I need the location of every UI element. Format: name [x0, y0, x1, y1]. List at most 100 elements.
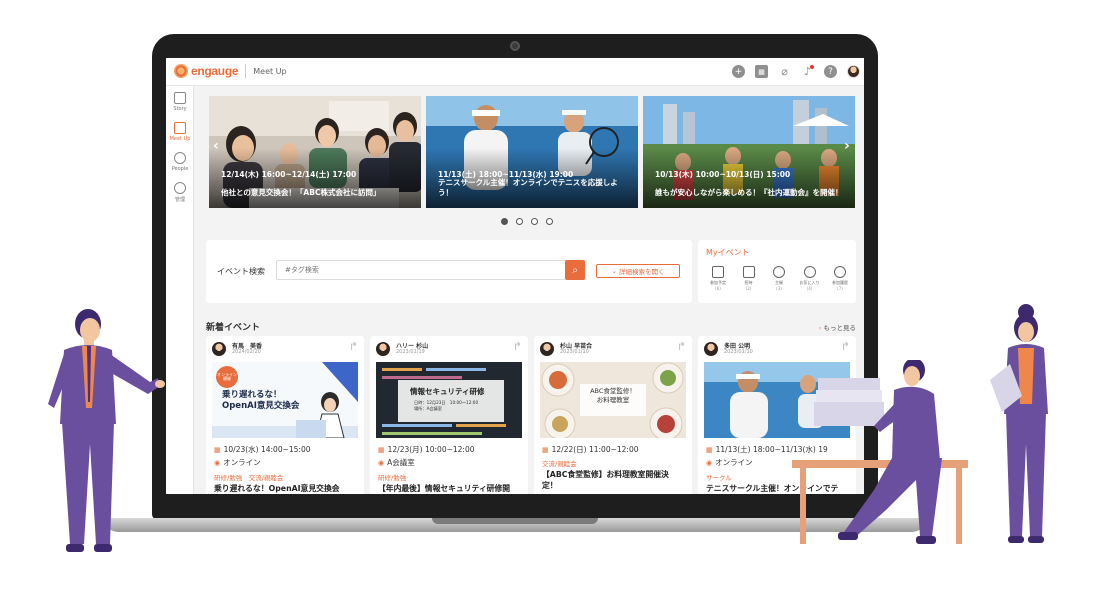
notification-dot	[810, 65, 814, 69]
chevron-right-icon: ›	[818, 324, 822, 332]
event-thumbnail: ABC食堂監修！ お料理教室	[540, 362, 686, 438]
share-icon[interactable]: ↱	[513, 340, 522, 353]
laptop-notch	[432, 518, 598, 524]
slide-title: 他社との意見交換会！「ABC株式会社に訪問」	[221, 187, 381, 197]
event-datetime: ▦ 10/23(水) 14:00~15:00	[214, 444, 311, 455]
my-events-title: Myイベント	[706, 248, 750, 257]
sidebar-item-admin[interactable]: 管理	[166, 182, 194, 203]
woman-with-folder-illustration	[990, 304, 1048, 543]
event-card[interactable]: 有馬 美香 2024/02/20 ↱ オンライン開催 乗り遅れるな！ OpenA…	[206, 336, 364, 494]
gear-icon	[174, 182, 186, 194]
advanced-search-button[interactable]: ⌄ 詳細検索を開く	[596, 264, 680, 278]
event-location: ◉ オンライン	[214, 457, 261, 468]
my-event-count: (7)	[837, 286, 843, 291]
sidebar-item-label: 管理	[174, 197, 185, 203]
carousel-slide[interactable]: 10/13(木) 10:00~10/13(日) 15:00 誰もが安心しながら楽…	[643, 96, 855, 208]
calendar-icon: ▦	[214, 446, 221, 454]
sidebar-item-meet-up[interactable]: Meet Up	[166, 122, 194, 142]
event-thumbnail: 情報セキュリティ研修 日時：12月23日 10:00〜12:00 場所：A会議室	[376, 362, 522, 438]
app-logo[interactable]: engauge Meet Up	[174, 64, 287, 78]
chevron-down-icon: ⌄	[611, 267, 617, 275]
author-avatar	[540, 342, 554, 356]
calendar-icon: ▦	[378, 446, 385, 454]
carousel-next-arrow[interactable]: ›	[844, 138, 850, 154]
event-location: ◉ オンライン	[706, 457, 753, 468]
search-button[interactable]: ⌕	[565, 260, 585, 280]
post-date: 2024/02/20	[232, 349, 261, 355]
my-event-history[interactable]: 参加履歴 (7)	[826, 266, 854, 291]
carousel-dot[interactable]	[501, 218, 508, 225]
event-datetime-text: 10/23(水) 14:00~15:00	[223, 445, 311, 454]
presenter-illustration	[48, 309, 165, 552]
event-title: 【ABC食堂監修】お料理教室開催決定！	[542, 470, 669, 490]
slide-title: 誰もが安心しながら楽しめる！『社内運動会』を開催！	[655, 187, 843, 197]
attachment-icon[interactable]: ⌀	[778, 65, 791, 78]
carousel-slide[interactable]: 11/13(土) 18:00~11/13(水) 19:00 テニスサークル主催！…	[426, 96, 638, 208]
carousel-pagination	[501, 218, 553, 225]
event-location-text: A会議室	[387, 458, 415, 467]
event-title: 【年内最後】情報セキュリティ研修開	[378, 484, 511, 493]
event-card[interactable]: 杉山 早苗合 2023/01/10 ↱ ABC食堂監修！ お料理教室 ▦ 12/2…	[534, 336, 692, 494]
add-icon[interactable]: +	[732, 65, 745, 78]
slide-date: 12/14(木) 16:00~12/14(土) 17:00	[221, 170, 357, 179]
event-tags: 交流/親睦会	[542, 460, 577, 468]
sidebar-item-label: People	[171, 166, 189, 172]
slide-title: テニスサークル主催！オンラインでテニスを応援しよう！	[438, 177, 618, 197]
sidebar-item-label: Story	[173, 106, 187, 112]
heart-icon	[803, 266, 816, 278]
my-event-favorites[interactable]: お気に入り (4)	[796, 266, 824, 291]
event-location-text: オンライン	[223, 458, 261, 467]
my-event-invited[interactable]: 招待 (2)	[735, 266, 763, 291]
carousel-slide[interactable]: 12/14(木) 16:00~12/14(土) 17:00 他社との意見交換会！…	[209, 96, 421, 208]
thumbnail-subtitle: 日時：12月23日 10:00〜12:00 場所：A会議室	[414, 400, 479, 411]
advanced-search-label: 詳細検索を開く	[618, 268, 665, 276]
carousel-prev-arrow[interactable]: ‹	[213, 138, 219, 154]
engauge-logo-icon	[174, 64, 188, 78]
post-date: 2023/01/10	[724, 349, 753, 355]
event-card[interactable]: ハリー 杉山 2023/01/19 ↱ 情報セキュリティ研修 日時：12月23日…	[370, 336, 528, 494]
mail-icon	[742, 266, 755, 278]
sidebar-item-story[interactable]: Story	[166, 92, 194, 112]
calendar-icon[interactable]: ▦	[755, 65, 768, 78]
share-icon[interactable]: ↱	[349, 340, 358, 353]
notification-bell-icon[interactable]: ♪	[801, 65, 814, 78]
carousel-dot[interactable]	[516, 218, 523, 225]
sidebar: Story Meet Up People 管理	[166, 86, 194, 494]
my-events-list: 参加予定 (6) 招待 (2) 主催 (3) お気に入り (4) 参加履歴 (7…	[704, 266, 854, 291]
event-datetime-text: 12/22(日) 11:00~12:00	[551, 445, 639, 454]
online-badge: オンライン開催	[216, 366, 238, 388]
new-events-heading: 新着イベント	[206, 323, 261, 333]
search-icon: ⌕	[572, 264, 578, 276]
my-event-hosted[interactable]: 主催 (3)	[765, 266, 793, 291]
share-icon[interactable]: ↱	[677, 340, 686, 353]
my-event-scheduled[interactable]: 参加予定 (6)	[704, 266, 732, 291]
event-search-panel: イベント検索 ⌕ ⌄ 詳細検索を開く	[206, 240, 692, 303]
event-datetime: ▦ 12/22(日) 11:00~12:00	[542, 444, 639, 455]
user-avatar[interactable]	[847, 65, 860, 78]
sidebar-item-people[interactable]: People	[166, 152, 194, 172]
post-date: 2023/01/19	[396, 349, 425, 355]
my-events-panel: Myイベント 参加予定 (6) 招待 (2) 主催 (3) お気に入り (4)	[698, 240, 856, 303]
event-tags: 研修/勉強	[378, 474, 407, 482]
calendar-check-icon	[174, 122, 186, 134]
people-icon	[174, 152, 186, 164]
app-screen: engauge Meet Up + ▦ ⌀ ♪ ? Story Meet Up …	[166, 58, 864, 494]
event-thumbnail: オンライン開催 乗り遅れるな！ OpenAI意見交換会	[212, 362, 358, 438]
search-label: イベント検索	[217, 267, 265, 276]
share-icon[interactable]: ↱	[841, 340, 850, 353]
event-datetime: ▦ 12/23(月) 10:00~12:00	[378, 444, 475, 455]
location-pin-icon: ◉	[214, 459, 221, 467]
event-location: ◉ A会議室	[378, 457, 415, 468]
my-event-count: (3)	[776, 286, 782, 291]
thumbnail-title: 乗り遅れるな！ OpenAI意見交換会	[222, 390, 300, 412]
author-avatar	[704, 342, 718, 356]
event-location-text: オンライン	[715, 458, 753, 467]
slide-date: 10/13(木) 10:00~10/13(日) 15:00	[655, 170, 791, 179]
help-icon[interactable]: ?	[824, 65, 837, 78]
app-name: Meet Up	[253, 66, 287, 76]
tag-search-input[interactable]	[276, 260, 566, 280]
carousel-dot[interactable]	[546, 218, 553, 225]
carousel-dot[interactable]	[531, 218, 538, 225]
see-more-link[interactable]: › もっと見る	[819, 322, 856, 332]
see-more-label: もっと見る	[823, 324, 857, 332]
